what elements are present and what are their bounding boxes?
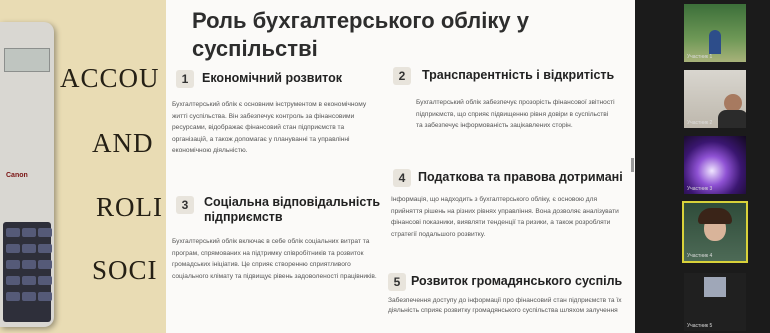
participant-1-name: Участник 1 bbox=[687, 54, 713, 60]
section-4-title: Податкова та правова дотримані bbox=[418, 170, 623, 184]
calculator-image: Canon bbox=[0, 22, 54, 327]
participant-4-name: Участник 4 bbox=[687, 253, 713, 259]
photo-word-3: ROLI bbox=[96, 192, 163, 222]
participant-2-body bbox=[718, 110, 746, 128]
photo-word-4: SOCI bbox=[92, 255, 158, 285]
section-3-body: Бухгалтерський облік включає в себе облі… bbox=[172, 238, 377, 280]
shared-screen: Canon ACCOU AND ROLI SOCI Роль бухгалтер… bbox=[0, 0, 635, 333]
calculator-keypad bbox=[3, 222, 52, 322]
section-2-title: Транспарентність і відкритість bbox=[422, 68, 615, 82]
participant-1-figure bbox=[709, 30, 721, 54]
section-5-body: Забезпечення доступу до інформації про ф… bbox=[388, 297, 622, 314]
section-4-number: 4 bbox=[393, 169, 411, 187]
participant-4-hair bbox=[698, 208, 732, 224]
section-1-title: Економічний розвиток bbox=[202, 71, 342, 85]
panel-divider bbox=[631, 158, 634, 172]
calculator-display bbox=[4, 48, 50, 72]
section-2-number: 2 bbox=[393, 67, 411, 85]
presentation-slide: Роль бухгалтерського обліку у суспільств… bbox=[166, 0, 635, 333]
slide-title: Роль бухгалтерського обліку у суспільств… bbox=[192, 8, 529, 61]
section-5-title: Розвиток громадянського суспіль bbox=[411, 274, 623, 288]
participant-tile-2[interactable]: Участник 2 bbox=[684, 70, 746, 128]
participant-5-name: Участник 5 bbox=[687, 323, 713, 329]
participant-tile-5[interactable]: Участник 5 bbox=[684, 273, 746, 331]
participant-3-name: Участник 3 bbox=[687, 186, 713, 192]
participant-5-thumbnail bbox=[704, 277, 726, 297]
photo-word-2: AND bbox=[92, 128, 154, 158]
photo-word-1: ACCOU bbox=[60, 63, 160, 93]
accounting-photo: Canon ACCOU AND ROLI SOCI bbox=[0, 0, 166, 333]
section-1-body: Бухгалтерський облік є основним інструме… bbox=[172, 101, 367, 154]
participant-tile-3[interactable]: Участник 3 bbox=[684, 136, 746, 194]
section-2-body: Бухгалтерський облік забезпечує прозоріс… bbox=[416, 99, 615, 129]
participant-tile-1[interactable]: Участник 1 bbox=[684, 4, 746, 62]
section-4-body: Інформація, що надходить з бухгалтерсько… bbox=[391, 196, 619, 238]
participant-tile-4[interactable]: Участник 4 bbox=[682, 201, 748, 263]
section-3-title: Соціальна відповідальність підприємств bbox=[204, 195, 381, 224]
section-5-number: 5 bbox=[388, 273, 406, 291]
participant-2-name: Участник 2 bbox=[687, 120, 713, 126]
calculator-brand: Canon bbox=[6, 172, 28, 179]
participants-sidebar: Участник 1 Участник 2 Участник 3 Участни… bbox=[635, 0, 770, 333]
section-3-number: 3 bbox=[176, 196, 194, 214]
section-1-number: 1 bbox=[176, 70, 194, 88]
